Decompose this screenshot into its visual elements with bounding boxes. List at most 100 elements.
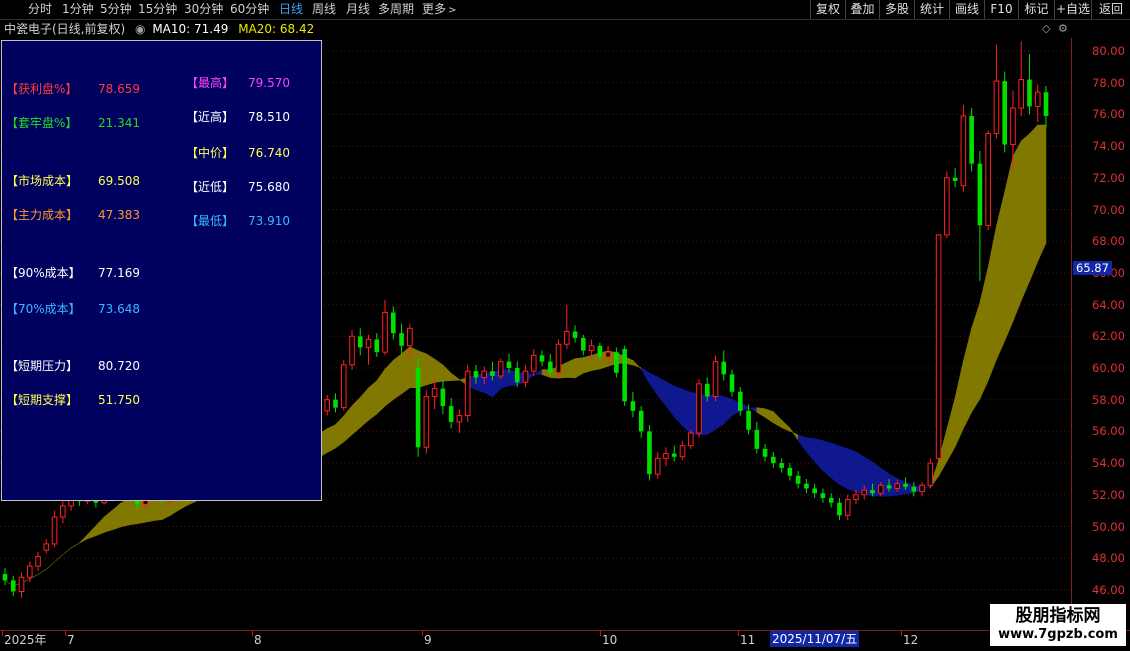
price-tick-16: 48.00	[1092, 551, 1125, 566]
candle-body	[365, 338, 372, 348]
ma-band-segment	[442, 364, 452, 382]
toolbar-button-8[interactable]: 返回	[1091, 0, 1130, 19]
toolbar-button-4[interactable]: 画线	[949, 0, 984, 19]
ma-band-segment	[996, 191, 1005, 360]
ma-band-segment	[954, 360, 964, 447]
candle-body	[886, 485, 892, 489]
date-label-3: 9	[424, 633, 432, 647]
candle-body	[1043, 92, 1049, 116]
ma-band-segment	[120, 497, 130, 528]
candle-body	[870, 490, 875, 494]
candle-body	[374, 339, 380, 353]
period-tab-8[interactable]: 月线	[346, 1, 370, 18]
toolbar-button-3[interactable]: 统计	[914, 0, 949, 19]
panel-left-value-0: 78.659	[98, 82, 140, 96]
toolbar-button-0[interactable]: 复权	[810, 0, 845, 19]
ma-band-segment	[326, 424, 336, 453]
stock-title[interactable]: 中瓷电子(日线,前复权)	[4, 22, 125, 36]
price-tick-2: 76.00	[1092, 107, 1125, 122]
date-label-5: 11	[740, 633, 756, 647]
candle-body	[581, 337, 586, 351]
indicator-settings-icon[interactable]: ◉	[135, 22, 145, 36]
toolbar-button-6[interactable]: 标记	[1018, 0, 1054, 19]
date-tick-mark-5	[738, 630, 739, 636]
diamond-icon[interactable]: ◇	[1042, 22, 1050, 35]
panel-right-value-3: 75.680	[248, 180, 290, 194]
period-tab-3[interactable]: 15分钟	[138, 1, 177, 18]
ma-band-segment	[822, 440, 832, 479]
period-tab-10[interactable]: 更多 >	[422, 1, 456, 18]
price-tick-14: 52.00	[1092, 487, 1125, 502]
panel-right-label-3: 【近低】	[186, 180, 235, 194]
ma-band-segment	[1004, 156, 1014, 342]
candle-body	[861, 489, 868, 496]
ma-band-segment	[682, 388, 692, 435]
period-tab-4[interactable]: 30分钟	[184, 1, 223, 18]
toolbar-button-5[interactable]: F10	[984, 0, 1018, 19]
panel-left-value-3: 47.383	[98, 208, 140, 222]
panel-left-label-1: 【套牢盘%】	[6, 116, 78, 130]
ma-band-segment	[979, 267, 989, 399]
ma-band-segment	[359, 387, 369, 429]
candle-body	[762, 448, 768, 457]
candle-body	[927, 462, 934, 486]
ma-band-segment	[46, 561, 55, 570]
candle-body	[844, 499, 851, 516]
candle-body	[630, 401, 636, 411]
toolbar-button-7[interactable]: +自选	[1054, 0, 1091, 19]
date-label-6: 12	[903, 633, 919, 647]
settings-gear-icon[interactable]: ⚙	[1058, 22, 1068, 35]
period-tab-2[interactable]: 5分钟	[100, 1, 132, 18]
candle-body	[837, 502, 842, 516]
period-tab-6[interactable]: 日线	[279, 1, 303, 18]
candle-body	[415, 368, 421, 448]
candle-body	[812, 488, 817, 494]
candle-body	[10, 580, 16, 592]
candle-body	[1018, 79, 1025, 109]
price-tick-17: 46.00	[1092, 582, 1125, 597]
ma-band-segment	[963, 328, 972, 429]
ma-band-segment	[706, 394, 716, 435]
price-tick-15: 50.00	[1092, 519, 1125, 534]
panel-left-label-0: 【获利盘%】	[6, 82, 78, 96]
candle-body	[944, 177, 950, 236]
toolbar-button-1[interactable]: 叠加	[845, 0, 879, 19]
date-label-1: 7	[67, 633, 75, 647]
period-tab-9[interactable]: 多周期	[378, 1, 414, 18]
candle-body	[663, 453, 669, 459]
candle-body	[622, 348, 627, 402]
candle-body	[985, 132, 991, 226]
period-tab-1[interactable]: 1分钟	[62, 1, 94, 18]
ma-band-segment	[715, 394, 725, 431]
candle-body	[2, 574, 8, 581]
candle-body	[522, 370, 529, 383]
period-tab-5[interactable]: 60分钟	[230, 1, 269, 18]
ma-band-segment	[343, 405, 353, 443]
date-axis: 2025/11/07/五 2025年 7 8 9 10 11 12	[0, 630, 1130, 651]
period-tab-0[interactable]: 分时	[28, 1, 52, 18]
panel-left-value-5: 73.648	[98, 302, 140, 316]
price-tick-5: 70.00	[1092, 202, 1125, 217]
date-label-0: 2025年	[4, 633, 47, 647]
panel-left-value-1: 21.341	[98, 116, 140, 130]
candle-body	[754, 429, 760, 449]
candle-body	[391, 312, 396, 334]
toolbar-button-2[interactable]: 多股	[879, 0, 914, 19]
ma-band-segment	[797, 434, 807, 453]
candle-body	[51, 516, 58, 545]
candle-body	[514, 368, 520, 383]
candle-body	[911, 486, 917, 492]
candle-body	[497, 361, 504, 377]
ma-band-segment	[665, 381, 675, 418]
ma-band-segment	[368, 380, 378, 421]
ma-band-segment	[37, 569, 47, 575]
period-tab-7[interactable]: 周线	[312, 1, 336, 18]
ma-band-segment	[971, 302, 981, 414]
candle-body	[977, 163, 983, 226]
candle-body	[340, 364, 347, 409]
ma-band-segment	[393, 353, 402, 401]
ma-band-segment	[112, 502, 121, 531]
price-tick-4: 72.00	[1092, 170, 1125, 185]
panel-right-label-2: 【中价】	[186, 146, 235, 160]
ma-band-segment	[384, 359, 394, 407]
